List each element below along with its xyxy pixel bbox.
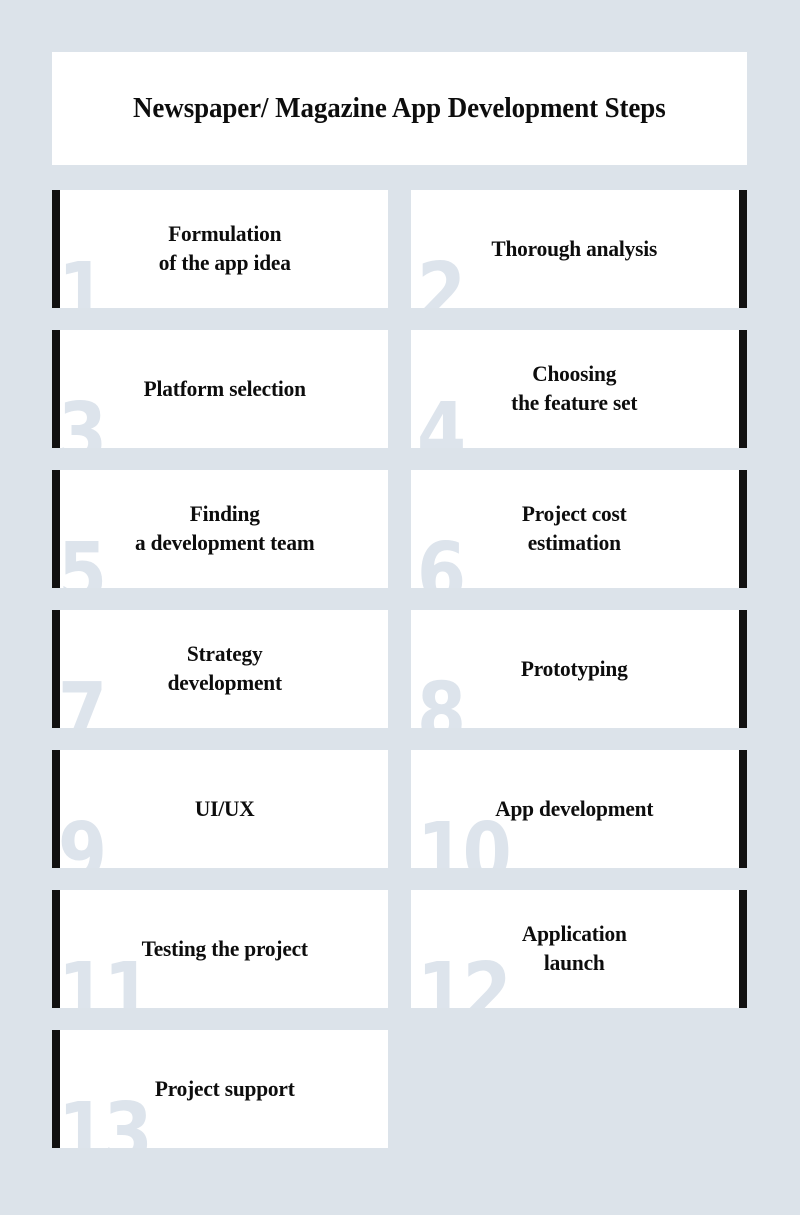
step-label: Project support bbox=[154, 1075, 295, 1101]
step-card[interactable]: 12 Application launch bbox=[411, 890, 747, 1008]
step-card[interactable]: 6 Project cost estimation bbox=[411, 470, 747, 588]
step-label: UI/UX bbox=[194, 795, 255, 821]
step-label: Platform selection bbox=[143, 375, 306, 401]
step-row: 7 Strategy development 8 Prototyping bbox=[52, 610, 748, 728]
accent-bar bbox=[739, 470, 747, 588]
step-label: Strategy development bbox=[167, 641, 282, 695]
step-card[interactable]: 4 Choosing the feature set bbox=[411, 330, 747, 448]
infographic-page: Newspaper/ Magazine App Development Step… bbox=[0, 0, 800, 1215]
accent-bar bbox=[739, 750, 747, 868]
accent-bar bbox=[52, 190, 60, 308]
accent-bar bbox=[52, 1030, 60, 1148]
step-label: App development bbox=[495, 795, 654, 821]
accent-bar bbox=[52, 890, 60, 1008]
step-label: Thorough analysis bbox=[491, 235, 658, 261]
step-label: Finding a development team bbox=[135, 501, 315, 555]
steps-grid: 1 Formulation of the app idea 2 Thorough an… bbox=[52, 190, 748, 1148]
step-row: 9 UI/UX 10 App development bbox=[52, 750, 748, 868]
step-card[interactable]: 7 Strategy development bbox=[52, 610, 388, 728]
step-label: Testing the project bbox=[141, 935, 308, 961]
accent-bar bbox=[739, 190, 747, 308]
step-label: Application launch bbox=[521, 921, 627, 975]
step-card[interactable]: 1 Formulation of the app idea bbox=[52, 190, 388, 308]
step-row: 5 Finding a development team 6 Project cost… bbox=[52, 470, 748, 588]
step-card[interactable]: 11 Testing the project bbox=[52, 890, 388, 1008]
step-card-placeholder bbox=[411, 1030, 747, 1148]
step-label: Formulation of the app idea bbox=[158, 221, 291, 275]
step-row: 3 Platform selection 4 Choosing the feature… bbox=[52, 330, 748, 448]
step-card[interactable]: 9 UI/UX bbox=[52, 750, 388, 868]
step-label: Prototyping bbox=[520, 655, 628, 681]
step-label: Project cost estimation bbox=[521, 501, 627, 555]
page-title: Newspaper/ Magazine App Development Step… bbox=[133, 91, 666, 124]
accent-bar bbox=[52, 330, 60, 448]
step-row: 1 Formulation of the app idea 2 Thorough an… bbox=[52, 190, 748, 308]
accent-bar bbox=[52, 470, 60, 588]
accent-bar bbox=[739, 890, 747, 1008]
step-card[interactable]: 10 App development bbox=[411, 750, 747, 868]
step-card[interactable]: 3 Platform selection bbox=[52, 330, 388, 448]
step-card[interactable]: 2 Thorough analysis bbox=[411, 190, 747, 308]
accent-bar bbox=[739, 610, 747, 728]
accent-bar bbox=[739, 330, 747, 448]
step-card[interactable]: 5 Finding a development team bbox=[52, 470, 388, 588]
accent-bar bbox=[52, 750, 60, 868]
step-label: Choosing the feature set bbox=[511, 361, 638, 415]
step-row: 11 Testing the project 12 Application launc… bbox=[52, 890, 748, 1008]
step-card[interactable]: 13 Project support bbox=[52, 1030, 388, 1148]
title-banner: Newspaper/ Magazine App Development Step… bbox=[52, 52, 747, 165]
step-card[interactable]: 8 Prototyping bbox=[411, 610, 747, 728]
step-row: 13 Project support bbox=[52, 1030, 748, 1148]
accent-bar bbox=[52, 610, 60, 728]
